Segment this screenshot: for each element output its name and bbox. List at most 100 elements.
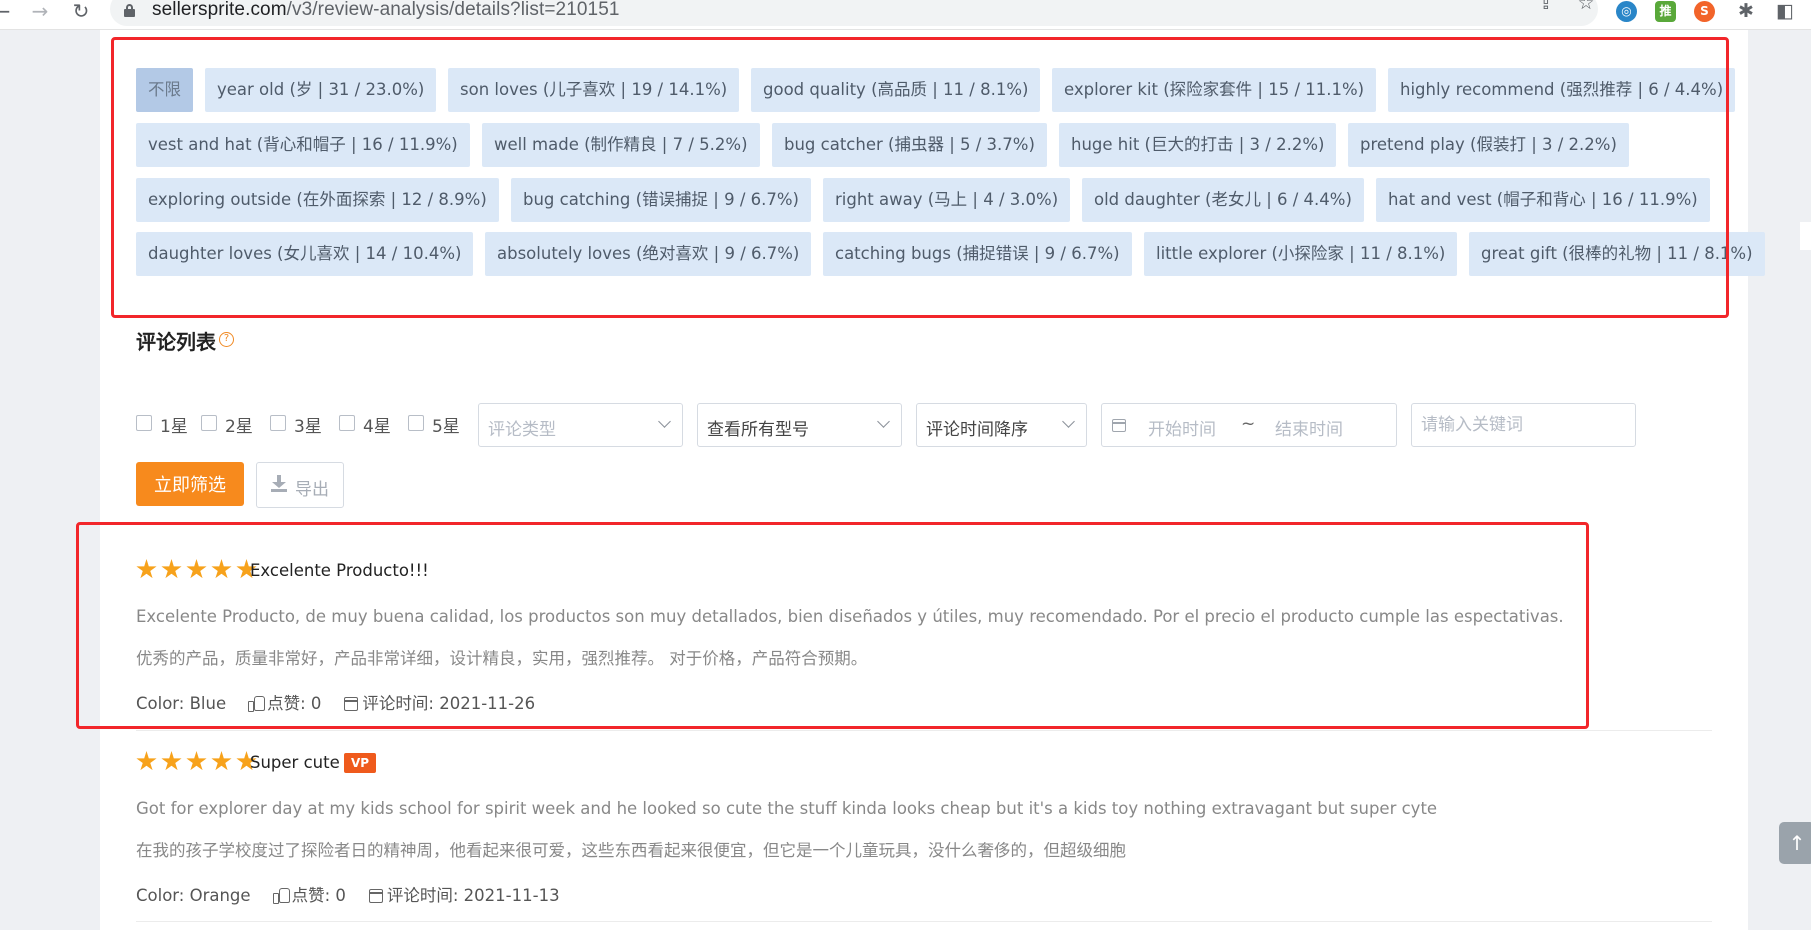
bookmark-star-icon[interactable]: ☆: [1574, 0, 1598, 16]
date-range-separator: ~: [1241, 414, 1256, 434]
keyword-tag[interactable]: old daughter (老女儿 | 6 / 4.4%): [1082, 178, 1364, 222]
keyword-tag[interactable]: daughter loves (女儿喜欢 | 14 / 10.4%): [136, 232, 474, 276]
date-range-picker[interactable]: 开始时间 ~ 结束时间: [1101, 403, 1397, 447]
star-icon: [186, 751, 207, 771]
keyword-tag[interactable]: exploring outside (在外面探索 | 12 / 8.9%): [136, 178, 499, 222]
forward-arrow-icon[interactable]: →: [28, 0, 52, 24]
review-translation: 在我的孩子学校度过了探险者日的精神周，他看起来很可爱，这些东西看起来很便宜，但它…: [136, 841, 1126, 860]
vp-badge: VP: [344, 753, 376, 773]
rating-stars: [136, 559, 261, 581]
review-list-title: 评论列表: [136, 330, 216, 354]
review-likes: 点赞: 0: [267, 694, 322, 713]
download-icon: [271, 475, 287, 493]
calendar-icon: [1112, 419, 1126, 432]
rating-stars: [136, 751, 261, 773]
back-arrow-icon[interactable]: ←: [0, 0, 14, 24]
chevron-down-icon: [1062, 415, 1075, 428]
star-icon: [136, 751, 157, 771]
star-icon: [186, 559, 207, 579]
keyword-tag[interactable]: right away (马上 | 4 / 3.0%): [823, 178, 1071, 222]
star-filter-checkbox[interactable]: [408, 415, 424, 431]
address-bar[interactable]: sellersprite.com/v3/review-analysis/deta…: [110, 0, 1598, 26]
review-title: Excelente Producto!!!: [250, 561, 429, 580]
keyword-tag[interactable]: pretend play (假装打 | 3 / 2.2%): [1348, 123, 1629, 167]
filter-now-button[interactable]: 立即筛选: [136, 462, 244, 506]
review-title: Super cute: [250, 753, 340, 772]
calendar-icon: [368, 887, 384, 903]
scroll-indicator: [1800, 222, 1811, 250]
keyword-tag[interactable]: vest and hat (背心和帽子 | 16 / 11.9%): [136, 123, 470, 167]
model-select[interactable]: 查看所有型号: [697, 403, 902, 447]
lock-icon: [124, 4, 135, 17]
star-filter-label[interactable]: 4星: [363, 412, 391, 437]
review-meta: Color: Orange 点赞: 0 评论时间: 2021-11-13: [136, 882, 560, 906]
extension-globe-icon[interactable]: ◎: [1616, 1, 1637, 22]
star-filter-label[interactable]: 3星: [294, 412, 322, 437]
review-color: Color: Blue: [136, 694, 227, 713]
review-divider: [136, 921, 1712, 922]
review-date: 评论时间: 2021-11-13: [386, 886, 560, 905]
keyword-tag[interactable]: absolutely loves (绝对喜欢 | 9 / 6.7%): [485, 232, 812, 276]
star-filter-label[interactable]: 5星: [432, 412, 460, 437]
end-date-placeholder[interactable]: 结束时间: [1275, 415, 1343, 440]
side-panel-icon[interactable]: ◧: [1773, 0, 1797, 24]
share-icon[interactable]: ⇪: [1534, 0, 1558, 16]
keyword-tag[interactable]: son loves (儿子喜欢 | 19 / 14.1%): [448, 68, 740, 112]
keyword-tag[interactable]: huge hit (巨大的打击 | 3 / 2.2%): [1059, 123, 1337, 167]
export-button[interactable]: 导出: [256, 462, 344, 508]
thumb-up-icon[interactable]: [248, 695, 266, 712]
help-icon[interactable]: ?: [219, 332, 234, 347]
star-icon: [136, 559, 157, 579]
keyword-tag[interactable]: good quality (高品质 | 11 / 8.1%): [751, 68, 1041, 112]
star-icon: [161, 751, 182, 771]
keyword-tag[interactable]: highly recommend (强烈推荐 | 6 / 4.4%): [1388, 68, 1736, 112]
review-type-select[interactable]: 评论类型: [478, 403, 683, 447]
extension-tui-icon[interactable]: 推: [1655, 1, 1676, 22]
star-filter-checkbox[interactable]: [201, 415, 217, 431]
keyword-tag[interactable]: hat and vest (帽子和背心 | 16 / 11.9%): [1376, 178, 1710, 222]
back-to-top-button[interactable]: ↑: [1779, 822, 1811, 864]
keyword-tag[interactable]: year old (岁 | 31 / 23.0%): [205, 68, 437, 112]
review-text: Got for explorer day at my kids school f…: [136, 799, 1438, 818]
keyword-tag[interactable]: little explorer (小探险家 | 11 / 8.1%): [1144, 232, 1458, 276]
star-filter-checkbox[interactable]: [270, 415, 286, 431]
star-icon: [211, 559, 232, 579]
keyword-tag[interactable]: catching bugs (捕捉错误 | 9 / 6.7%): [823, 232, 1132, 276]
review-translation: 优秀的产品，质量非常好，产品非常详细，设计精良，实用，强烈推荐。 对于价格，产品…: [136, 649, 868, 668]
keyword-tag[interactable]: explorer kit (探险家套件 | 15 / 11.1%): [1052, 68, 1377, 112]
review-meta: Color: Blue 点赞: 0 评论时间: 2021-11-26: [136, 690, 535, 714]
star-filter-checkbox[interactable]: [136, 415, 152, 431]
browser-toolbar: ← → ↻ sellersprite.com/v3/review-analysi…: [0, 0, 1811, 30]
review-text: Excelente Producto, de muy buena calidad…: [136, 607, 1564, 626]
sort-select-value: 评论时间降序: [926, 420, 1028, 440]
reload-icon[interactable]: ↻: [69, 0, 93, 24]
star-icon: [161, 559, 182, 579]
chevron-down-icon: [658, 415, 671, 428]
review-color: Color: Orange: [136, 886, 251, 905]
start-date-placeholder[interactable]: 开始时间: [1148, 415, 1216, 440]
review-likes: 点赞: 0: [291, 886, 346, 905]
keyword-tag[interactable]: bug catching (错误捕捉 | 9 / 6.7%): [511, 178, 811, 222]
arrow-up-icon: ↑: [1788, 831, 1806, 855]
export-button-label: 导出: [295, 480, 329, 500]
thumb-up-icon[interactable]: [272, 887, 290, 904]
calendar-icon: [343, 695, 359, 711]
puzzle-extensions-icon[interactable]: ✱: [1734, 0, 1758, 24]
keyword-input[interactable]: [1411, 403, 1636, 447]
review-type-placeholder: 评论类型: [488, 420, 556, 440]
sort-select[interactable]: 评论时间降序: [916, 403, 1087, 447]
extension-s-icon[interactable]: S: [1694, 1, 1715, 22]
keyword-tag[interactable]: great gift (很棒的礼物 | 11 / 8.1%): [1469, 232, 1765, 276]
review-divider: [136, 730, 1712, 731]
star-icon: [211, 751, 232, 771]
keyword-tag[interactable]: well made (制作精良 | 7 / 5.2%): [482, 123, 760, 167]
chevron-down-icon: [877, 415, 890, 428]
url-text: sellersprite.com/v3/review-analysis/deta…: [152, 0, 620, 20]
star-filter-checkbox[interactable]: [339, 415, 355, 431]
star-filter-label[interactable]: 1星: [160, 412, 188, 437]
model-select-value: 查看所有型号: [707, 420, 809, 440]
keyword-tag[interactable]: bug catcher (捕虫器 | 5 / 3.7%): [772, 123, 1047, 167]
keyword-tag-all[interactable]: 不限: [136, 68, 193, 112]
star-filter-label[interactable]: 2星: [225, 412, 253, 437]
review-date: 评论时间: 2021-11-26: [362, 694, 536, 713]
